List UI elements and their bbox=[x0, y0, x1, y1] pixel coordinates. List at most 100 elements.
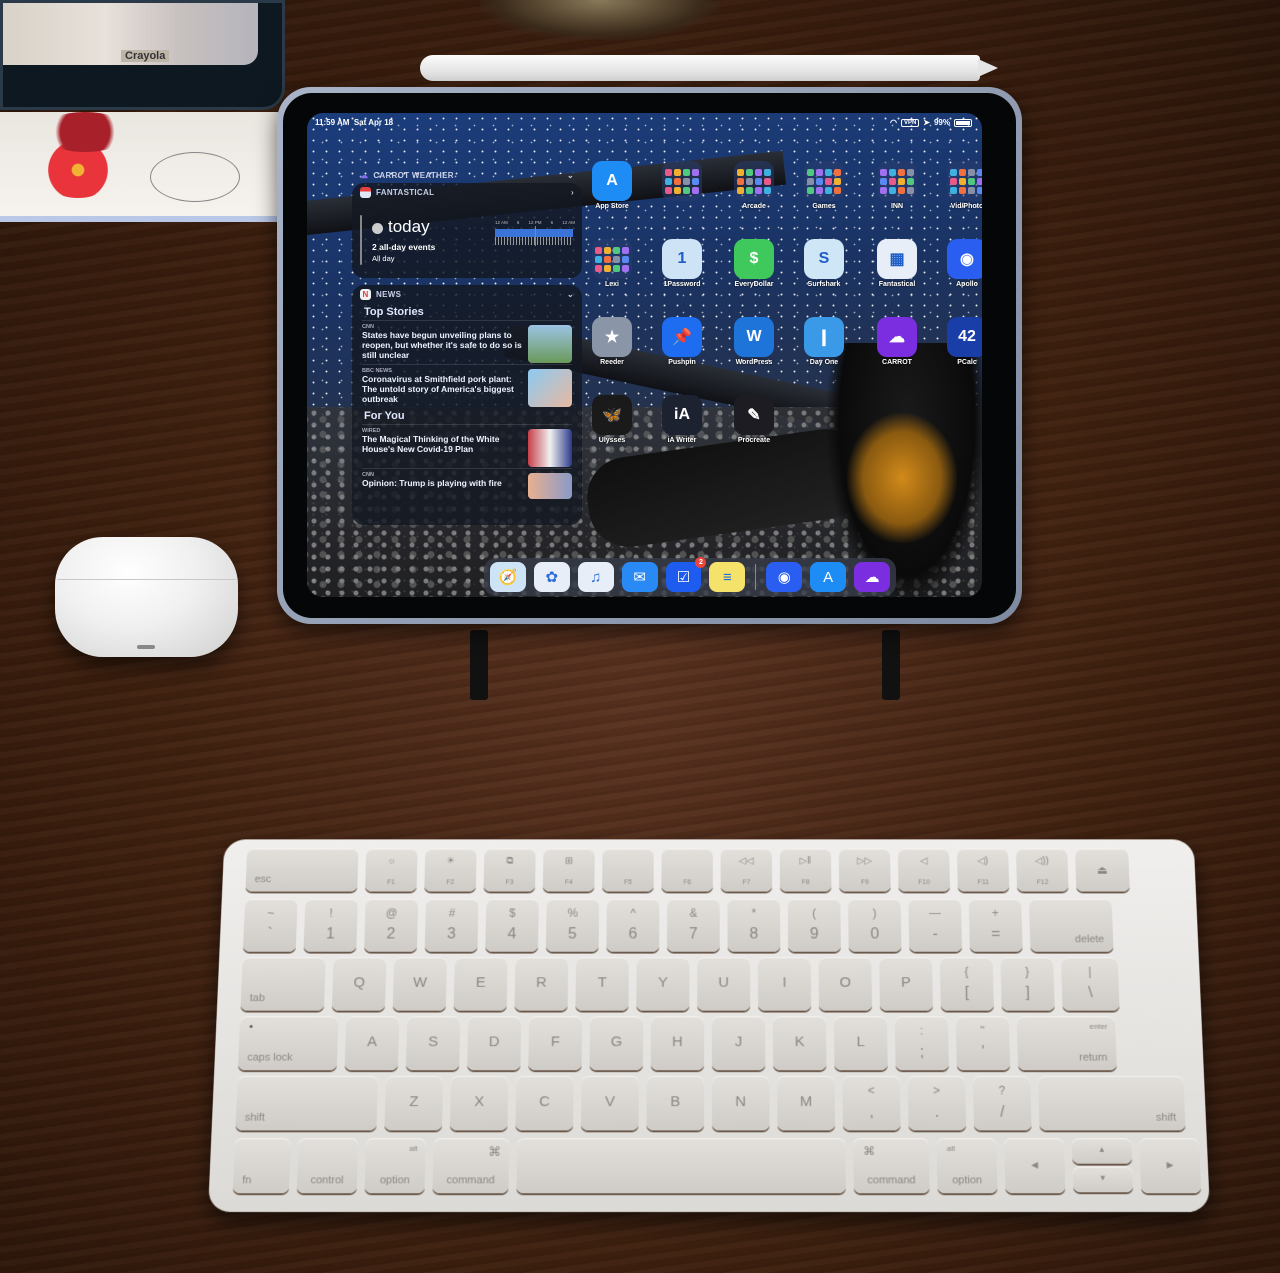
key-5[interactable]: % 5 bbox=[545, 899, 600, 952]
f5-key[interactable]: F5 bbox=[602, 848, 654, 892]
key-g[interactable]: G bbox=[589, 1016, 644, 1071]
delete-key[interactable]: delete bbox=[1028, 899, 1114, 952]
news-widget[interactable]: N NEWS ⌄ Top Stories CNN States have beg… bbox=[352, 285, 582, 525]
app-day-one[interactable]: ❙ Day One bbox=[789, 317, 859, 366]
apollo-icon[interactable]: ◉ bbox=[766, 562, 803, 592]
chevron-down-icon[interactable]: ⌄ bbox=[567, 290, 574, 299]
key-n[interactable]: N bbox=[711, 1075, 770, 1131]
app-wordpress[interactable]: W WordPress bbox=[719, 317, 789, 366]
key-`[interactable]: ~ ` bbox=[242, 899, 298, 952]
mail-icon[interactable]: ✉ bbox=[621, 562, 658, 592]
key-8[interactable]: * 8 bbox=[727, 899, 781, 952]
news-story[interactable]: BBC NEWS Coronavirus at Smithfield pork … bbox=[362, 364, 572, 408]
key--[interactable]: — - bbox=[908, 899, 963, 952]
safari-icon[interactable]: 🧭 bbox=[490, 562, 526, 592]
right-command-key[interactable]: ⌘ command bbox=[853, 1138, 930, 1194]
key-w[interactable]: W bbox=[392, 957, 447, 1011]
f4-key[interactable]: ⊞ F4 bbox=[542, 848, 595, 892]
app-procreate[interactable]: ✎ Procreate bbox=[719, 395, 789, 444]
key-x[interactable]: X bbox=[449, 1075, 509, 1131]
key-i[interactable]: I bbox=[757, 957, 812, 1011]
esc-key[interactable]: esc bbox=[245, 848, 359, 892]
app-lexi[interactable]: Lexi bbox=[577, 239, 647, 288]
news-story[interactable]: WIRED The Magical Thinking of the White … bbox=[362, 424, 572, 468]
arrow-down-key[interactable]: ▼ bbox=[1072, 1166, 1134, 1193]
key-e[interactable]: E bbox=[453, 957, 508, 1011]
key-punct-10[interactable]: ? / bbox=[972, 1075, 1032, 1131]
f2-key[interactable]: ☀ F2 bbox=[424, 848, 477, 892]
news-story[interactable]: CNN States have begun unveiling plans to… bbox=[362, 320, 572, 364]
arrow-left-key[interactable]: ◀ bbox=[1004, 1138, 1066, 1194]
arrow-right-key[interactable]: ▶ bbox=[1139, 1138, 1202, 1194]
app-store-icon[interactable]: A bbox=[810, 562, 847, 592]
app-folder[interactable] bbox=[647, 161, 717, 203]
tab-key[interactable]: tab bbox=[240, 957, 326, 1011]
left-shift-key[interactable]: shift bbox=[235, 1075, 379, 1131]
f3-key[interactable]: ⧉ F3 bbox=[483, 848, 536, 892]
app-vid-photo[interactable]: Vid/Photo bbox=[932, 161, 982, 210]
key-0[interactable]: ) 0 bbox=[848, 899, 902, 952]
music-icon[interactable]: ♫ bbox=[577, 562, 614, 592]
key-2[interactable]: @2 bbox=[364, 899, 419, 952]
app-ulysses[interactable]: 🦋 Ulysses bbox=[577, 395, 647, 444]
left-command-key[interactable]: ⌘ command bbox=[432, 1138, 510, 1194]
key-u[interactable]: U bbox=[697, 957, 751, 1011]
chevron-down-icon[interactable]: ⌄ bbox=[567, 171, 574, 180]
caps-lock-key[interactable]: caps lock bbox=[237, 1016, 339, 1071]
key-y[interactable]: Y bbox=[636, 957, 690, 1011]
key-z[interactable]: Z bbox=[384, 1075, 444, 1131]
key-o[interactable]: O bbox=[818, 957, 873, 1011]
key-t[interactable]: T bbox=[575, 957, 629, 1011]
f10-key[interactable]: ◁ F10 bbox=[897, 848, 951, 892]
key-punct-8[interactable]: <, bbox=[842, 1075, 901, 1131]
f8-key[interactable]: ▷ǁ F8 bbox=[779, 848, 832, 892]
arrow-up-key[interactable]: ▲ bbox=[1071, 1138, 1133, 1164]
key-h[interactable]: H bbox=[650, 1016, 705, 1071]
app-1password[interactable]: 1 1Password bbox=[647, 239, 717, 288]
right-shift-key[interactable]: shift bbox=[1038, 1075, 1186, 1131]
app-app-store[interactable]: A App Store bbox=[577, 161, 647, 210]
f7-key[interactable]: ◁◁ F7 bbox=[720, 848, 773, 892]
eject-key[interactable]: ⏏ bbox=[1074, 848, 1130, 892]
key-j[interactable]: J bbox=[711, 1016, 766, 1071]
key-p[interactable]: P bbox=[879, 957, 933, 1011]
key-k[interactable]: K bbox=[772, 1016, 827, 1071]
app-ia-writer[interactable]: iA iA Writer bbox=[647, 395, 717, 444]
key-punct-11[interactable]: " ' bbox=[955, 1016, 1011, 1071]
news-story[interactable]: CNN Opinion: Trump is playing with fire bbox=[362, 468, 572, 512]
chevron-right-icon[interactable]: › bbox=[571, 188, 574, 197]
notes-icon[interactable]: ≡ bbox=[709, 562, 746, 592]
key-13[interactable]: | \ bbox=[1060, 957, 1120, 1011]
control-key[interactable]: control bbox=[296, 1138, 359, 1194]
key-r[interactable]: R bbox=[514, 957, 569, 1011]
right-option-key[interactable]: alt option bbox=[936, 1138, 998, 1194]
app-carrot[interactable]: ☁ CARROT bbox=[862, 317, 932, 366]
key-b[interactable]: B bbox=[646, 1075, 705, 1131]
app-pushpin[interactable]: 📌 Pushpin bbox=[647, 317, 717, 366]
f1-key[interactable]: ☼ F1 bbox=[364, 848, 418, 892]
carrot-weather-widget[interactable]: ☁ CARROT WEATHER ⌄ bbox=[352, 167, 582, 183]
app-surfshark[interactable]: S Surfshark bbox=[789, 239, 859, 288]
key-s[interactable]: S bbox=[405, 1016, 461, 1071]
left-option-key[interactable]: alt option bbox=[364, 1138, 426, 1194]
key-12[interactable]: }] bbox=[1000, 957, 1055, 1011]
key-6[interactable]: ^ 6 bbox=[606, 899, 660, 952]
app-games[interactable]: Games bbox=[789, 161, 859, 210]
app-reeder[interactable]: ★ Reeder bbox=[577, 317, 647, 366]
key-q[interactable]: Q bbox=[331, 957, 387, 1011]
key-=[interactable]: + = bbox=[968, 899, 1023, 952]
key-punct-9[interactable]: >. bbox=[907, 1075, 967, 1131]
key-11[interactable]: {[ bbox=[939, 957, 994, 1011]
key-9[interactable]: (9 bbox=[787, 899, 841, 952]
fantastical-widget[interactable]: FANTASTICAL › today 2 all-day events All… bbox=[352, 183, 582, 278]
photos-icon[interactable]: ✿ bbox=[533, 562, 570, 592]
f12-key[interactable]: ◁)) F12 bbox=[1015, 848, 1069, 892]
fn-key[interactable]: fn bbox=[232, 1138, 291, 1194]
key-7[interactable]: & 7 bbox=[666, 899, 720, 952]
carrot-weather-icon[interactable]: ☁ bbox=[854, 562, 891, 592]
return-key[interactable]: enter return bbox=[1016, 1016, 1117, 1071]
app-fantastical[interactable]: ▦ Fantastical bbox=[862, 239, 932, 288]
key-m[interactable]: M bbox=[777, 1075, 836, 1131]
app-everydollar[interactable]: $ EveryDollar bbox=[719, 239, 789, 288]
key-a[interactable]: A bbox=[344, 1016, 400, 1071]
